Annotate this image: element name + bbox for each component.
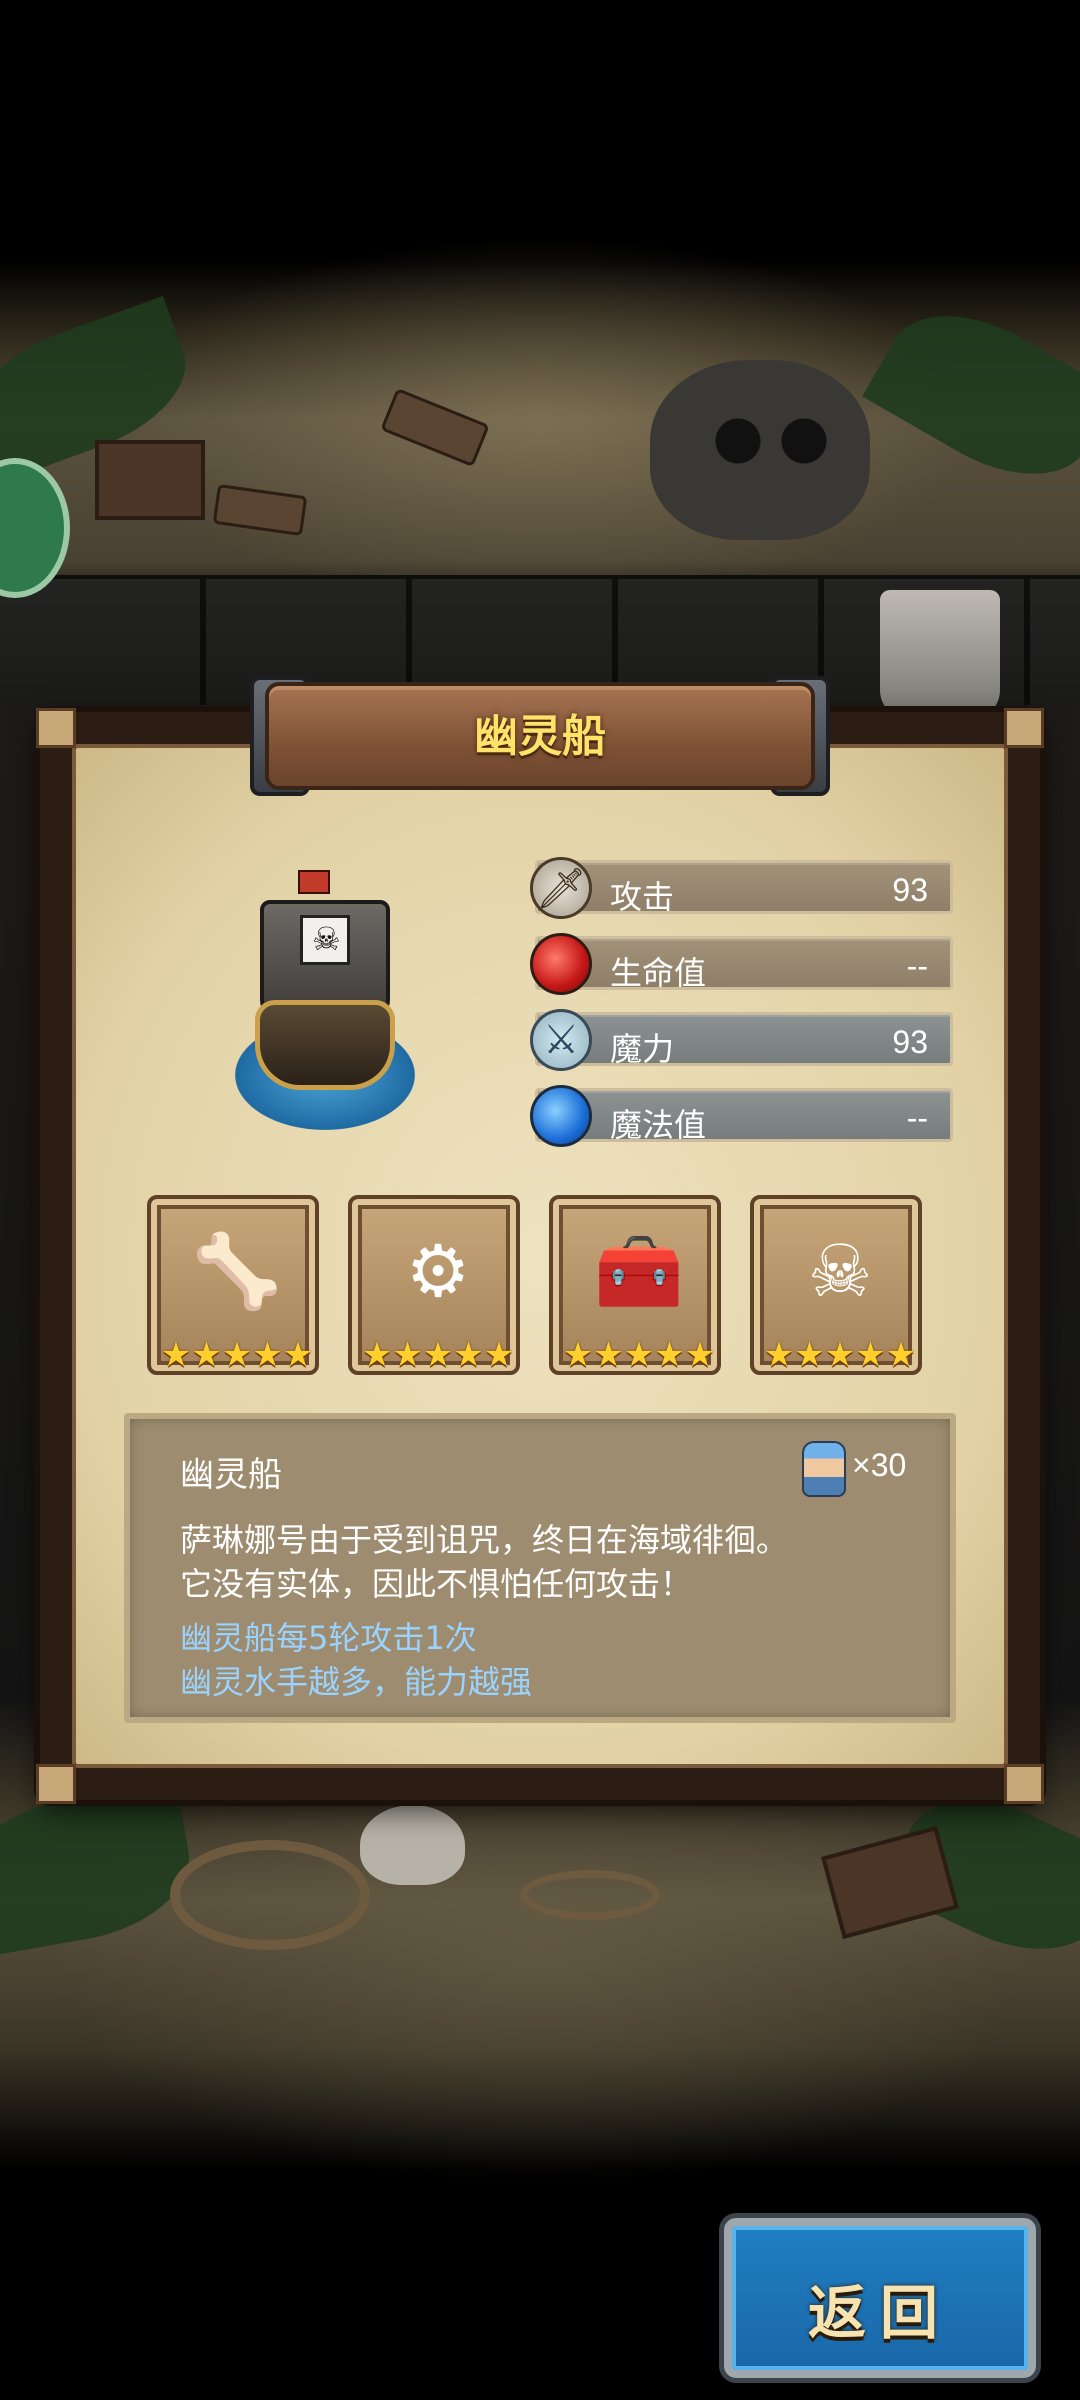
star-rating: ★ ★ ★ ★ ★ [562, 1335, 716, 1375]
skill-slot-1[interactable]: 🦴 ★ ★ ★ ★ ★ [147, 1195, 319, 1375]
stat-label: 魔法值 [610, 1106, 707, 1144]
skull-decoration [360, 1805, 465, 1885]
gear-tentacle-icon: ⚙ [405, 1229, 471, 1313]
stat-value: -- [906, 1100, 928, 1136]
blue-potion-icon [530, 1085, 592, 1147]
stat-label: 生命值 [610, 954, 707, 992]
skill-slot-3[interactable]: 🧰 ★ ★ ★ ★ ★ [549, 1195, 721, 1375]
staff-icon: ⚔ [530, 1009, 592, 1071]
skull-crossbones-icon: ☠ [807, 1229, 873, 1313]
ship-hull [255, 1000, 395, 1090]
stat-value: 93 [892, 872, 928, 908]
ability-text: 幽灵船每5轮攻击1次 [180, 1619, 477, 1657]
ship-pennant [298, 870, 330, 894]
ghost-sailor-icon [802, 1441, 846, 1497]
ghost-ship-portrait [230, 870, 420, 1140]
unit-title: 幽灵船 [474, 711, 606, 762]
stat-value: -- [906, 948, 928, 984]
rope-decoration [520, 1870, 660, 1920]
panel-corner [1004, 1764, 1044, 1804]
giant-skull-decoration [650, 360, 870, 540]
rope-decoration [170, 1840, 370, 1950]
description-text: 它没有实体，因此不惧怕任何攻击！ [180, 1565, 693, 1603]
skill-slot-4[interactable]: ☠ ★ ★ ★ ★ ★ [750, 1195, 922, 1375]
red-potion-icon [530, 933, 592, 995]
stat-magic-power: ⚔ 魔力 93 [530, 1009, 953, 1071]
star-rating: ★ ★ ★ ★ ★ [160, 1335, 314, 1375]
side-counter-text: 4288 [0, 504, 6, 580]
back-button-label: 返回 [807, 2279, 952, 2347]
skull-flag-icon [300, 915, 350, 965]
description-box: 幽灵船 ×30 萨琳娜号由于受到诅咒，终日在海域徘徊。 它没有实体，因此不惧怕任… [124, 1413, 956, 1723]
stat-value: 93 [892, 1024, 928, 1060]
panel-corner [1004, 708, 1044, 748]
panel-corner [36, 708, 76, 748]
sailor-count: ×30 [852, 1447, 907, 1483]
stat-attack: 🗡 攻击 93 [530, 857, 953, 919]
ghost-ship-map-unit[interactable] [880, 590, 1000, 720]
star-rating: ★ ★ ★ ★ ★ [361, 1335, 515, 1375]
crate-decoration [95, 440, 205, 520]
panel-corner [36, 1764, 76, 1804]
stat-label: 攻击 [610, 878, 675, 916]
star-rating: ★ ★ ★ ★ ★ [763, 1335, 917, 1375]
description-title: 幽灵船 [180, 1455, 282, 1495]
stat-label: 魔力 [610, 1030, 675, 1068]
description-text: 萨琳娜号由于受到诅咒，终日在海域徘徊。 [180, 1521, 789, 1559]
skill-slot-2[interactable]: ⚙ ★ ★ ★ ★ ★ [348, 1195, 520, 1375]
stat-health: 生命值 -- [530, 933, 953, 995]
ability-text: 幽灵水手越多，能力越强 [180, 1663, 533, 1701]
treasure-chest-icon: 🧰 [594, 1228, 684, 1313]
bone-mechanism-icon: 🦴 [192, 1228, 282, 1313]
sword-icon: 🗡 [530, 857, 592, 919]
stat-mana: 魔法值 -- [530, 1085, 953, 1147]
back-button[interactable]: 返回 [724, 2218, 1036, 2378]
